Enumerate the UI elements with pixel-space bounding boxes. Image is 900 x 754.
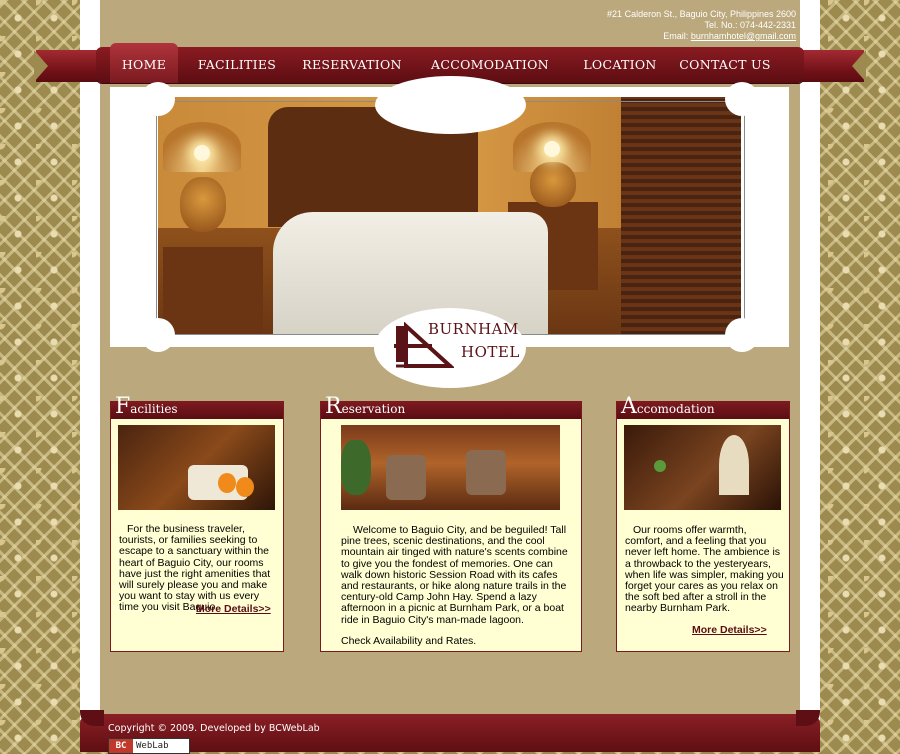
reservation-photo	[341, 425, 560, 510]
email-line: Email: burnhamhotel@gmail.com	[607, 31, 796, 42]
accomodation-title: Accomodation	[621, 394, 715, 419]
accomodation-text: Our rooms offer warmth, comfort, and a f…	[625, 524, 784, 615]
nav-location[interactable]: LOCATION	[578, 47, 662, 83]
nav-facilities[interactable]: FACILITIES	[196, 47, 278, 83]
nav-contact-us[interactable]: CONTACT US	[676, 47, 774, 83]
reservation-title: Reservation	[325, 394, 406, 419]
facilities-photo	[118, 425, 275, 510]
check-availability-text[interactable]: Check Availability and Rates.	[341, 635, 571, 647]
frame-corner	[725, 82, 759, 116]
box-header: Reservation	[321, 394, 581, 419]
frame-corner	[141, 318, 175, 352]
frame-corner	[725, 318, 759, 352]
reservation-box: Reservation Welcome to Baguio City, and …	[320, 394, 582, 652]
frame-corner	[141, 82, 175, 116]
contact-info: #21 Calderon St., Baguio City, Philippin…	[607, 9, 796, 42]
box-header: Facilities	[111, 394, 283, 419]
nav-home[interactable]: HOME	[110, 43, 178, 83]
accomodation-photo	[624, 425, 781, 510]
hero-top-oval	[375, 76, 526, 134]
nav-reservation[interactable]: RESERVATION	[298, 47, 406, 83]
facilities-text: For the business traveler, tourists, or …	[119, 523, 271, 614]
phone-text: Tel. No.: 074-442-2331	[704, 20, 796, 30]
reservation-text: Welcome to Baguio City, and be beguiled!…	[341, 524, 568, 626]
accomodation-more-details-link[interactable]: More Details>>	[692, 624, 767, 636]
facilities-box: Facilities For the business traveler, to…	[110, 394, 284, 652]
facilities-title: Facilities	[115, 394, 178, 419]
copyright-text: Copyright © 2009. Developed by BCWebLab	[108, 723, 320, 734]
email-link[interactable]: burnhamhotel@gmail.com	[691, 31, 796, 41]
facilities-more-details-link[interactable]: More Details>>	[196, 603, 271, 615]
logo-hotel: HOTEL	[461, 343, 520, 361]
address-text: #21 Calderon St., Baguio City, Philippin…	[607, 9, 796, 19]
accomodation-box: Accomodation Our rooms offer warmth, com…	[616, 394, 790, 652]
box-header: Accomodation	[617, 394, 789, 419]
logo-burnham: BURNHAM	[428, 320, 519, 338]
email-label: Email:	[663, 31, 691, 41]
